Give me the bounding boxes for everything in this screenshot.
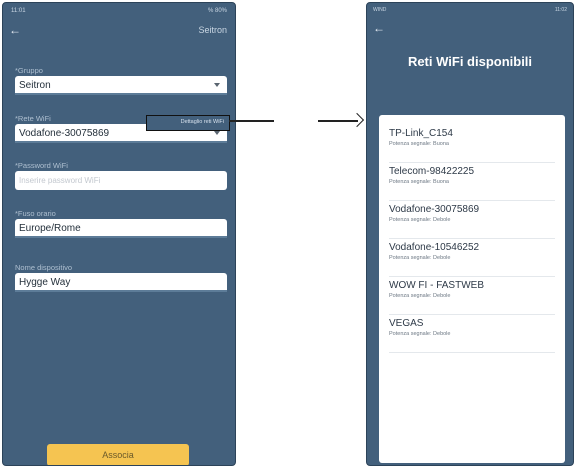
network-name: Vodafone-10546252 [389, 242, 480, 253]
group-value: Seitron [19, 80, 51, 91]
associate-button[interactable]: Associa [47, 444, 189, 465]
connector-line [229, 120, 274, 122]
network-signal: Potenza segnale: Debole [389, 217, 451, 223]
phone-form-screen: 11:01 % 80% ← Seitron *Gruppo Seitron *R… [2, 2, 236, 466]
chevron-down-icon [214, 131, 220, 135]
password-field-block: *Password WiFi Inserire password WiFi [15, 160, 227, 190]
back-arrow-icon[interactable]: ← [9, 24, 21, 36]
list-item[interactable]: VEGAS Potenza segnale: Debole [389, 315, 555, 353]
list-item[interactable]: Telecom-98422225 Potenza segnale: Buona [389, 163, 555, 201]
back-arrow-icon[interactable]: ← [367, 17, 573, 39]
device-name-input[interactable]: Hygge Way [15, 273, 227, 292]
network-signal: Potenza segnale: Buona [389, 141, 449, 147]
top-bar: ← Seitron [3, 19, 235, 41]
page-title: Reti WiFi disponibili [407, 54, 533, 69]
arrow-right-head [349, 112, 365, 127]
password-input[interactable]: Inserire password WiFi [15, 171, 227, 190]
network-name: WOW FI - FASTWEB [389, 280, 484, 291]
network-name: TP-Link_C154 [389, 128, 453, 139]
list-item[interactable]: TP-Link_C154 Potenza segnale: Buona [389, 125, 555, 163]
timezone-label: *Fuso orario [15, 209, 56, 218]
wifi-value: Vodafone-30075869 [19, 128, 110, 139]
screenshot-canvas: 11:01 % 80% ← Seitron *Gruppo Seitron *R… [0, 0, 576, 468]
network-name: VEGAS [389, 318, 424, 329]
chevron-down-icon [214, 83, 220, 87]
wifi-detail-link[interactable]: Dettaglio reti WiFi [146, 115, 230, 131]
list-item[interactable]: Vodafone-10546252 Potenza segnale: Debol… [389, 239, 555, 277]
phone-wifi-list-screen: WIND 11:02 ← Reti WiFi disponibili TP-Li… [366, 2, 574, 466]
network-signal: Potenza segnale: Debole [389, 293, 451, 299]
status-time: 11:01 [11, 8, 26, 14]
timezone-field-block: *Fuso orario Europe/Rome [15, 208, 227, 238]
network-signal: Potenza segnale: Debole [389, 331, 451, 337]
device-name-field-block: Nome dispositivo Hygge Way [15, 262, 227, 292]
header-title: Seitron [198, 25, 227, 35]
group-select[interactable]: Seitron [15, 76, 227, 95]
status-carrier: WIND [373, 7, 387, 13]
list-item[interactable]: Vodafone-30075869 Potenza segnale: Debol… [389, 201, 555, 239]
network-signal: Potenza segnale: Buona [389, 179, 449, 185]
status-bar: 11:01 % 80% [3, 3, 235, 19]
network-name: Telecom-98422225 [389, 166, 475, 177]
list-item[interactable]: WOW FI - FASTWEB Potenza segnale: Debole [389, 277, 555, 315]
status-bar: WIND 11:02 [367, 3, 573, 17]
wifi-network-list: TP-Link_C154 Potenza segnale: Buona Tele… [379, 115, 565, 463]
network-name: Vodafone-30075869 [389, 204, 480, 215]
status-indicators: % 80% [207, 8, 227, 14]
status-time: 11:02 [554, 7, 567, 13]
timezone-input[interactable]: Europe/Rome [15, 219, 227, 238]
group-label: *Gruppo [15, 66, 43, 75]
group-field-block: *Gruppo Seitron [15, 65, 227, 95]
password-label: *Password WiFi [15, 161, 68, 170]
device-name-label: Nome dispositivo [15, 263, 73, 272]
network-signal: Potenza segnale: Debole [389, 255, 451, 261]
